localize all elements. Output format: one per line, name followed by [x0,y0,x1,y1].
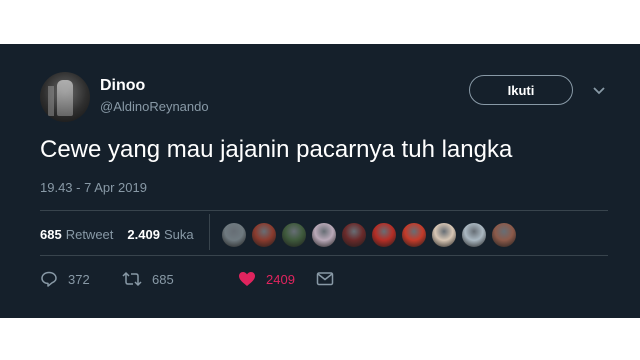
heart-icon [239,272,255,286]
reply-button[interactable]: 372 [40,270,112,288]
direct-message-button[interactable] [316,271,334,287]
message-icon [316,272,334,286]
liker-avatar[interactable] [341,222,367,248]
liker-avatar[interactable] [311,222,337,248]
liker-avatar[interactable] [461,222,487,248]
retweet-button[interactable]: 685 [122,270,220,288]
tweet-timestamp[interactable]: 19.43 - 7 Apr 2019 [40,180,147,195]
avatar-figure [57,80,73,116]
retweet-icon [122,271,142,287]
follow-button[interactable]: Ikuti [469,75,573,105]
tweet-stats: 685 Retweet 2.409 Suka [40,227,194,242]
retweet-stat-count: 685 [40,227,62,242]
liker-avatar[interactable] [221,222,247,248]
liker-avatar[interactable] [281,222,307,248]
user-handle[interactable]: @AldinoReynando [100,99,209,114]
avatar-figure-shadow [48,86,54,116]
liker-avatar[interactable] [491,222,517,248]
retweet-stat[interactable]: 685 Retweet [40,227,113,242]
like-button[interactable]: 2409 [238,271,316,287]
stats-separator [209,214,210,250]
liker-avatar[interactable] [371,222,397,248]
liker-avatars [221,222,517,248]
divider [40,255,608,256]
like-count: 2409 [266,271,295,287]
avatar[interactable] [40,72,90,122]
divider [40,210,608,211]
reply-icon [41,271,57,287]
tweet-text: Cewe yang mau jajanin pacarnya tuh langk… [40,136,513,163]
tweet-card: Dinoo @AldinoReynando Ikuti Cewe yang ma… [0,44,640,318]
like-stat-count: 2.409 [127,227,160,242]
like-stat[interactable]: 2.409 Suka [127,227,193,242]
liker-avatar[interactable] [401,222,427,248]
like-stat-label: Suka [163,227,194,242]
display-name[interactable]: Dinoo [100,77,145,95]
liker-avatar[interactable] [431,222,457,248]
liker-avatar[interactable] [251,222,277,248]
retweet-stat-label: Retweet [65,227,114,242]
chevron-down-icon[interactable] [592,86,606,96]
retweet-count: 685 [152,271,174,287]
reply-count: 372 [68,271,90,287]
tweet-actions: 372 685 2409 [40,270,334,288]
